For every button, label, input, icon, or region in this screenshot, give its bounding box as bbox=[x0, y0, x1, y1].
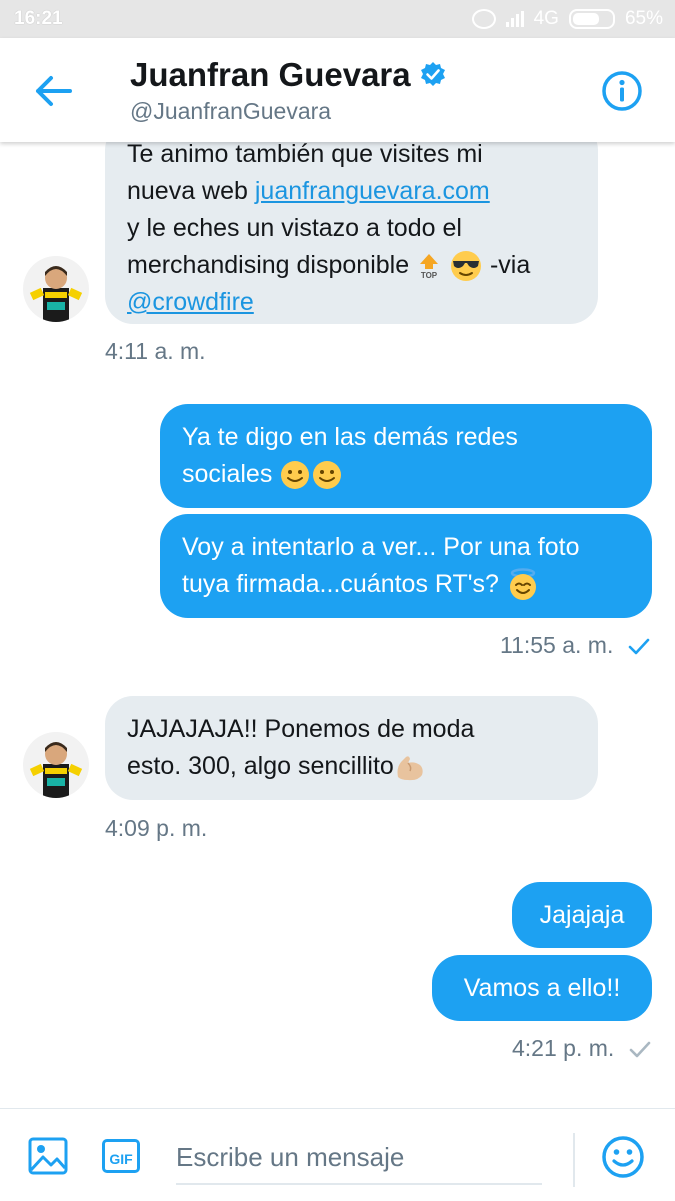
message-text: Vamos a ello!! bbox=[463, 974, 621, 1002]
top-arrow-emoji-icon: TOP bbox=[420, 254, 439, 280]
rider-avatar-icon bbox=[23, 256, 89, 322]
battery-icon bbox=[568, 9, 615, 29]
alarm-icon bbox=[471, 9, 496, 29]
avatar[interactable] bbox=[23, 732, 89, 798]
message-line: esto. 300, algo sencillito bbox=[127, 748, 576, 785]
status-icons: 4G 65% bbox=[471, 8, 663, 30]
message-text: Jajajaja bbox=[539, 901, 625, 929]
message-timestamp: 11:55 a. m. bbox=[500, 632, 650, 659]
smiling-face-emoji-icon bbox=[313, 461, 342, 490]
outgoing-message-bubble[interactable]: Voy a intentarlo a ver... Por una foto t… bbox=[160, 514, 652, 618]
message-line: Voy a intentarlo a ver... Por una foto bbox=[182, 533, 580, 561]
header-title-block[interactable]: Juanfran Guevara @JuanfranGuevara bbox=[130, 56, 447, 125]
message-line: Ya te digo en las demás redes bbox=[182, 423, 518, 451]
composer-divider bbox=[573, 1133, 575, 1187]
rider-avatar-icon bbox=[23, 732, 89, 798]
message-composer: GIF bbox=[0, 1108, 675, 1201]
halo-face-emoji-icon bbox=[509, 568, 536, 601]
message-line: nueva web juanfranguevara.com bbox=[127, 177, 490, 205]
outgoing-message-bubble[interactable]: Jajajaja bbox=[512, 882, 652, 948]
network-type: 4G bbox=[533, 8, 559, 29]
message-line: tuya firmada...cuántos RT's? bbox=[182, 566, 630, 603]
website-link[interactable]: juanfranguevara.com bbox=[255, 177, 490, 205]
mention-link[interactable]: @crowdfire bbox=[127, 288, 254, 316]
battery-level: 65% bbox=[624, 8, 663, 29]
delivered-check-icon bbox=[628, 638, 650, 655]
signal-icon bbox=[505, 11, 524, 27]
message-timestamp: 4:21 p. m. bbox=[512, 1035, 651, 1062]
svg-text:TOP: TOP bbox=[421, 271, 438, 280]
outgoing-message-bubble[interactable]: Vamos a ello!! bbox=[432, 955, 652, 1021]
emoji-button[interactable] bbox=[601, 1135, 645, 1179]
conversation-header: Juanfran Guevara @JuanfranGuevara bbox=[0, 38, 675, 142]
avatar[interactable] bbox=[23, 256, 89, 322]
message-line: sociales bbox=[182, 456, 630, 493]
message-input[interactable] bbox=[176, 1131, 542, 1185]
message-line: Te animo también que visites mi bbox=[127, 142, 483, 168]
message-timestamp: 4:11 a. m. bbox=[105, 338, 206, 364]
contact-handle: @JuanfranGuevara bbox=[130, 98, 332, 124]
info-button[interactable] bbox=[601, 70, 643, 112]
smiling-face-emoji-icon bbox=[281, 461, 310, 490]
outgoing-message-bubble[interactable]: Ya te digo en las demás redes sociales bbox=[160, 404, 652, 508]
status-time: 16:21 bbox=[14, 8, 63, 29]
back-button[interactable] bbox=[30, 68, 76, 114]
contact-name: Juanfran Guevara bbox=[130, 56, 411, 93]
arrow-left-icon bbox=[36, 76, 72, 106]
info-icon bbox=[602, 71, 642, 111]
add-photo-button[interactable] bbox=[28, 1137, 68, 1175]
photo-icon bbox=[28, 1137, 68, 1175]
add-gif-button[interactable]: GIF bbox=[102, 1139, 140, 1173]
sent-check-icon bbox=[629, 1041, 650, 1058]
status-bar: 16:21 4G 65% bbox=[0, 0, 675, 38]
flexed-biceps-emoji-icon bbox=[397, 756, 423, 781]
sunglasses-emoji-icon bbox=[451, 251, 482, 282]
incoming-message-bubble[interactable]: Te animo también que visites mi nueva we… bbox=[105, 142, 598, 324]
smiley-icon bbox=[602, 1136, 644, 1178]
message-line: JAJAJAJA!! Ponemos de moda bbox=[127, 715, 475, 743]
message-list[interactable]: Te animo también que visites mi nueva we… bbox=[0, 142, 675, 1108]
verified-badge-icon bbox=[420, 62, 445, 86]
incoming-message-bubble[interactable]: JAJAJAJA!! Ponemos de moda esto. 300, al… bbox=[105, 696, 598, 800]
message-line: merchandising disponible TOP -via bbox=[127, 247, 576, 284]
message-line: @crowdfire bbox=[127, 284, 576, 321]
message-line: y le eches un vistazo a todo el bbox=[127, 214, 462, 242]
message-timestamp: 4:09 p. m. bbox=[105, 815, 208, 841]
